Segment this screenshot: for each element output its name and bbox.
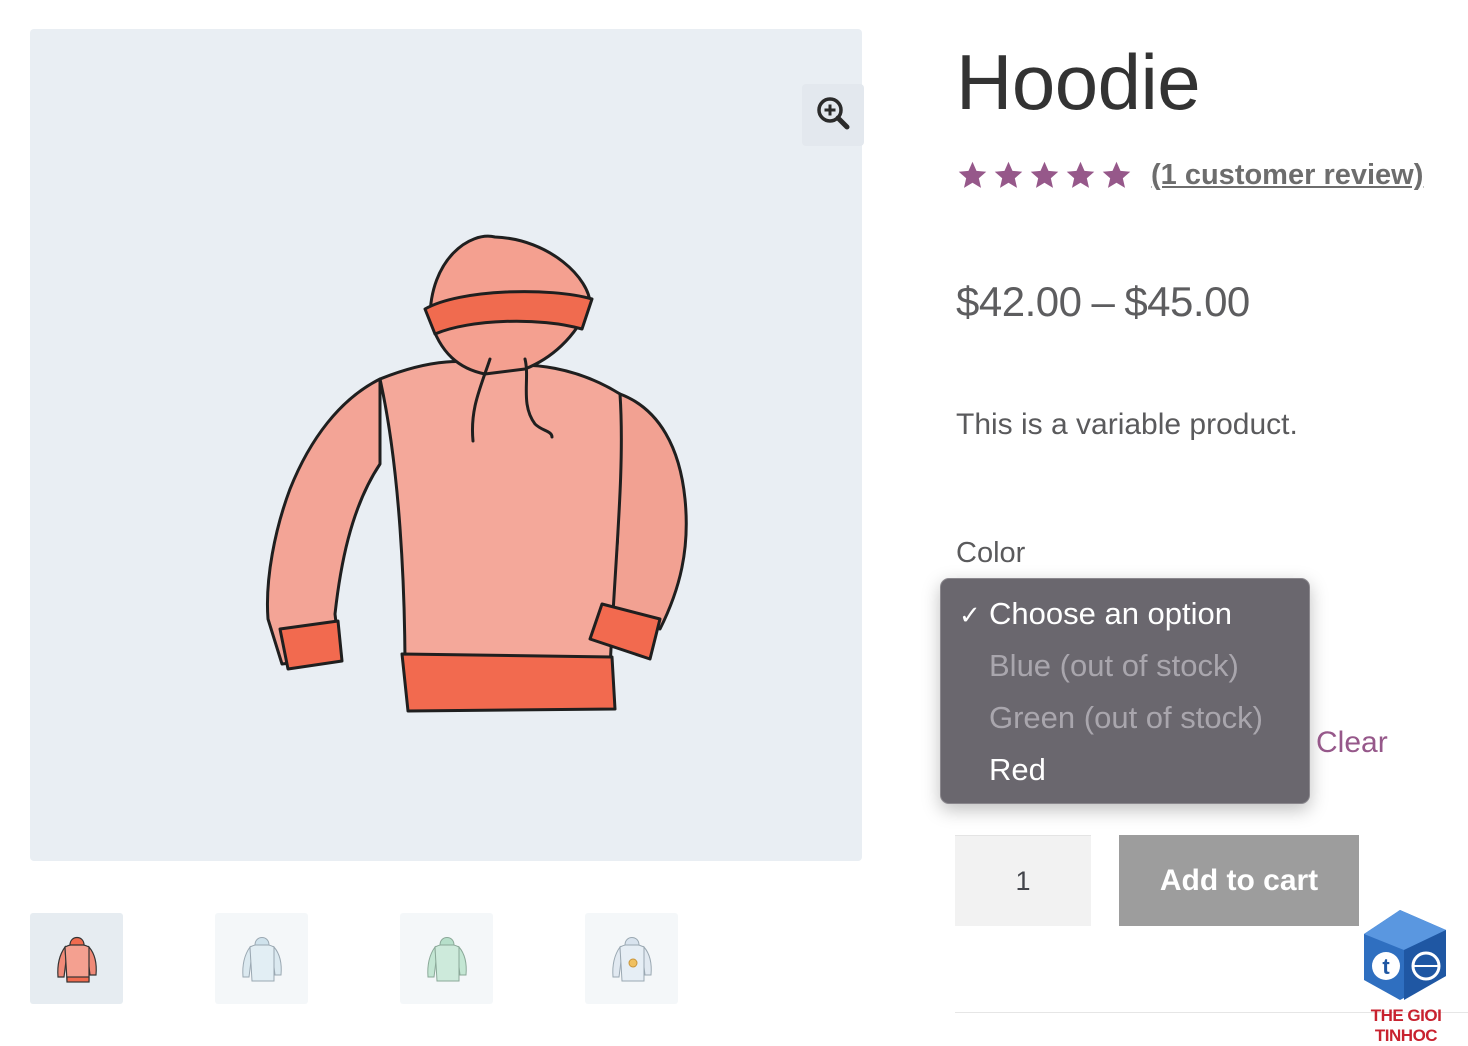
star-icon xyxy=(1028,159,1061,192)
color-option-choose[interactable]: ✓ Choose an option xyxy=(941,588,1309,640)
option-label: Red xyxy=(989,752,1046,787)
color-option-blue: Blue (out of stock) xyxy=(941,640,1309,692)
color-select-dropdown[interactable]: ✓ Choose an option Blue (out of stock) G… xyxy=(940,578,1310,804)
zoom-button[interactable] xyxy=(802,84,864,146)
quantity-input[interactable] xyxy=(955,835,1091,926)
product-short-description: This is a variable product. xyxy=(956,408,1298,441)
color-option-green: Green (out of stock) xyxy=(941,692,1309,744)
thumbnail-red-hoodie[interactable] xyxy=(30,913,123,1004)
thumbnail-logo-hoodie[interactable] xyxy=(585,913,678,1004)
customer-review-link[interactable]: (1 customer review) xyxy=(1151,159,1423,192)
product-price: $42.00– $45.00 xyxy=(956,278,1250,326)
clear-variation-link[interactable]: Clear xyxy=(1316,726,1388,760)
star-rating xyxy=(956,159,1133,192)
thumbnail-green-hoodie[interactable] xyxy=(400,913,493,1004)
option-label: Blue (out of stock) xyxy=(989,648,1239,683)
product-rating: (1 customer review) xyxy=(956,155,1423,195)
option-label: Green (out of stock) xyxy=(989,700,1263,735)
watermark-text: THE GIOI TINHOC xyxy=(1370,1006,1442,1045)
checkmark-icon: ✓ xyxy=(959,600,981,630)
watermark-logo: t THE GIOI TINHOC xyxy=(1350,908,1462,1045)
price-separator: – xyxy=(1091,278,1115,325)
add-to-cart-button[interactable]: Add to cart xyxy=(1119,835,1359,926)
thumbnail-blue-hoodie[interactable] xyxy=(215,913,308,1004)
product-main-image[interactable] xyxy=(30,29,864,861)
star-icon xyxy=(1064,159,1097,192)
star-icon xyxy=(1100,159,1133,192)
star-icon xyxy=(956,159,989,192)
star-icon xyxy=(992,159,1025,192)
price-max: $45.00 xyxy=(1124,278,1250,325)
product-title: Hoodie xyxy=(956,38,1201,126)
price-min: $42.00 xyxy=(956,278,1082,325)
color-option-red[interactable]: Red xyxy=(941,744,1309,796)
color-select-label: Color xyxy=(956,537,1026,569)
cube-logo-icon: t xyxy=(1364,910,1446,1000)
option-label: Choose an option xyxy=(989,596,1233,631)
svg-text:t: t xyxy=(1382,954,1390,979)
zoom-in-icon xyxy=(815,95,851,136)
hoodie-illustration xyxy=(230,209,710,734)
